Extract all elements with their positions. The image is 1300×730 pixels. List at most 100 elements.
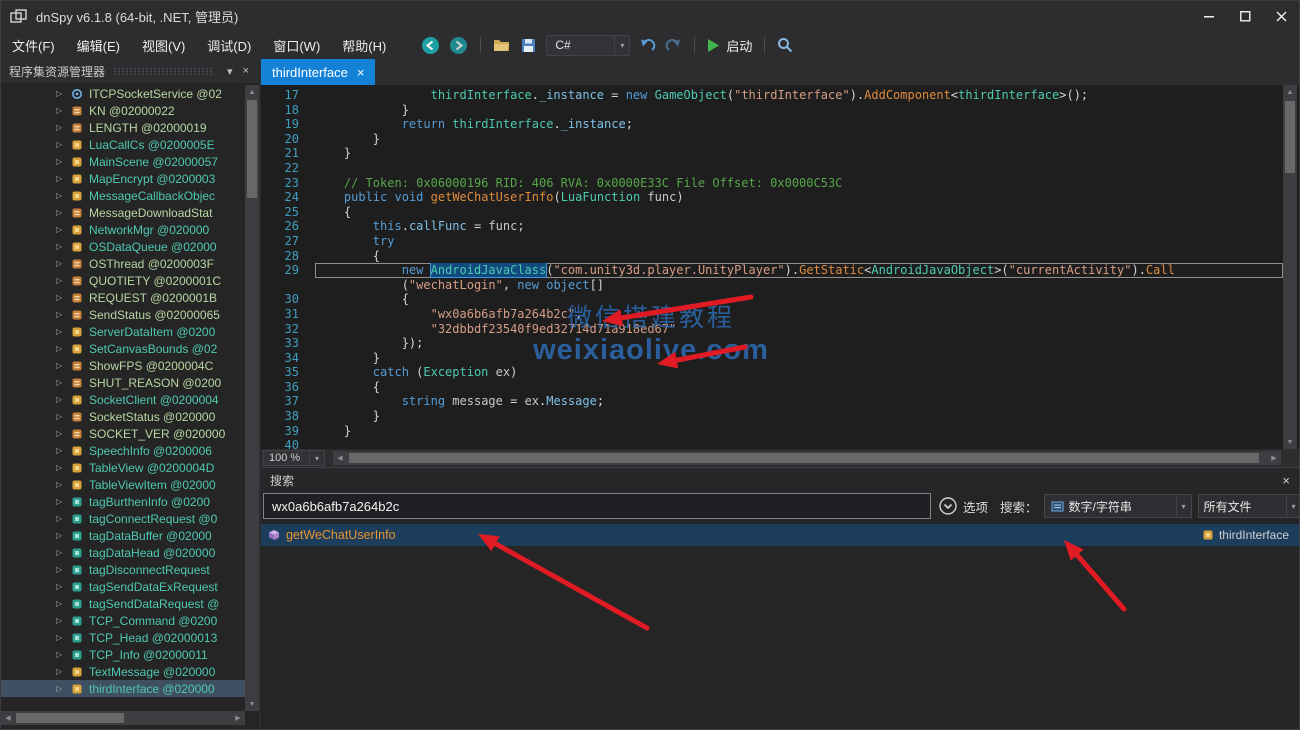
scroll-down-icon[interactable]: ▼ (245, 697, 259, 711)
panel-menu-icon[interactable]: ▾ (222, 65, 238, 78)
expander-icon[interactable]: ▷ (56, 327, 71, 336)
tree-item-TableView[interactable]: ▷TableView @0200004D (1, 459, 245, 476)
scroll-left-icon[interactable]: ◀ (333, 451, 347, 465)
tree-item-ShowFPS[interactable]: ▷ShowFPS @0200004C (1, 357, 245, 374)
open-file-button[interactable] (493, 38, 511, 53)
expander-icon[interactable]: ▷ (56, 650, 71, 659)
tree-item-TextMessage[interactable]: ▷TextMessage @020000 (1, 663, 245, 680)
expander-icon[interactable]: ▷ (56, 106, 71, 115)
expander-icon[interactable]: ▷ (56, 463, 71, 472)
expander-icon[interactable]: ▷ (56, 89, 71, 98)
search-panel-close-icon[interactable]: × (1282, 473, 1290, 488)
expander-icon[interactable]: ▷ (56, 140, 71, 149)
search-result-row[interactable]: getWeChatUserInfo thirdInterface (261, 524, 1299, 546)
editor-vertical-scrollbar[interactable]: ▲ ▼ (1283, 85, 1297, 449)
tree-item-SocketStatus[interactable]: ▷SocketStatus @020000 (1, 408, 245, 425)
expander-icon[interactable]: ▷ (56, 157, 71, 166)
expander-icon[interactable]: ▷ (56, 565, 71, 574)
expander-icon[interactable]: ▷ (56, 582, 71, 591)
tree-item-NetworkMgr[interactable]: ▷NetworkMgr @020000 (1, 221, 245, 238)
scroll-right-icon[interactable]: ▶ (1267, 451, 1281, 465)
expander-icon[interactable]: ▷ (56, 276, 71, 285)
menu-help[interactable]: 帮助(H) (331, 31, 397, 59)
expander-icon[interactable]: ▷ (56, 480, 71, 489)
tree-item-SOCKET_VER[interactable]: ▷SOCKET_VER @020000 (1, 425, 245, 442)
expander-icon[interactable]: ▷ (56, 497, 71, 506)
tab-thirdinterface[interactable]: thirdInterface × (261, 59, 375, 85)
scroll-left-icon[interactable]: ◀ (1, 711, 15, 725)
tree-item-LENGTH[interactable]: ▷LENGTH @02000019 (1, 119, 245, 136)
expander-icon[interactable]: ▷ (56, 123, 71, 132)
tree-item-ServerDataItem[interactable]: ▷ServerDataItem @0200 (1, 323, 245, 340)
tree-item-SendStatus[interactable]: ▷SendStatus @02000065 (1, 306, 245, 323)
scroll-up-icon[interactable]: ▲ (1283, 85, 1297, 99)
editor-vscroll-thumb[interactable] (1285, 101, 1295, 173)
menu-window[interactable]: 窗口(W) (262, 31, 331, 59)
expander-icon[interactable]: ▷ (56, 344, 71, 353)
redo-button[interactable] (665, 38, 682, 53)
zoom-combobox[interactable]: 100 % ▾ (263, 450, 325, 466)
options-label[interactable]: 选项 (963, 497, 988, 516)
tree-item-MessageDownloadStat[interactable]: ▷MessageDownloadStat (1, 204, 245, 221)
expander-icon[interactable]: ▷ (56, 684, 71, 693)
close-button[interactable] (1263, 1, 1299, 31)
expander-icon[interactable]: ▷ (56, 174, 71, 183)
tree-item-QUOTIETY[interactable]: ▷QUOTIETY @0200001C (1, 272, 245, 289)
language-combobox[interactable]: C# ▾ (546, 35, 630, 56)
expander-icon[interactable]: ▷ (56, 208, 71, 217)
tree-item-KN[interactable]: ▷KN @02000022 (1, 102, 245, 119)
code-editor[interactable]: 17 thirdInterface._instance = new GameOb… (261, 85, 1299, 449)
expander-icon[interactable]: ▷ (56, 548, 71, 557)
tree-item-tagConnectRequest[interactable]: ▷tagConnectRequest @0 (1, 510, 245, 527)
search-assemblies-icon[interactable] (777, 37, 793, 53)
maximize-button[interactable] (1227, 1, 1263, 31)
tree-item-tagDataHead[interactable]: ▷tagDataHead @020000 (1, 544, 245, 561)
tree-item-tagDataBuffer[interactable]: ▷tagDataBuffer @02000 (1, 527, 245, 544)
start-debug-button[interactable]: 启动 (707, 36, 752, 55)
menu-debug[interactable]: 调试(D) (196, 31, 262, 59)
navigate-forward-button[interactable] (449, 36, 468, 55)
editor-horizontal-scrollbar[interactable]: ◀ ▶ (333, 451, 1281, 465)
expander-icon[interactable]: ▷ (56, 361, 71, 370)
assembly-tree[interactable]: ▷ITCPSocketService @02▷KN @02000022▷LENG… (1, 85, 245, 711)
expander-icon[interactable]: ▷ (56, 446, 71, 455)
panel-drag-grip[interactable] (113, 67, 214, 76)
expander-icon[interactable]: ▷ (56, 514, 71, 523)
expander-icon[interactable]: ▷ (56, 429, 71, 438)
scroll-right-icon[interactable]: ▶ (231, 711, 245, 725)
navigate-back-button[interactable] (421, 36, 440, 55)
tree-item-SetCanvasBounds[interactable]: ▷SetCanvasBounds @02 (1, 340, 245, 357)
tree-item-MainScene[interactable]: ▷MainScene @02000057 (1, 153, 245, 170)
expander-icon[interactable]: ▷ (56, 242, 71, 251)
tree-item-TCP_Head[interactable]: ▷TCP_Head @02000013 (1, 629, 245, 646)
tree-item-MapEncrypt[interactable]: ▷MapEncrypt @0200003 (1, 170, 245, 187)
tree-item-tagSendDataExRequest[interactable]: ▷tagSendDataExRequest (1, 578, 245, 595)
search-type-combobox[interactable]: 数字/字符串 ▾ (1044, 494, 1192, 518)
tree-item-TCP_Info[interactable]: ▷TCP_Info @02000011 (1, 646, 245, 663)
options-chevron-icon[interactable] (939, 497, 957, 515)
tree-item-SHUT_REASON[interactable]: ▷SHUT_REASON @0200 (1, 374, 245, 391)
tree-item-OSThread[interactable]: ▷OSThread @0200003F (1, 255, 245, 272)
expander-icon[interactable]: ▷ (56, 191, 71, 200)
tree-item-TableViewItem[interactable]: ▷TableViewItem @02000 (1, 476, 245, 493)
tree-item-REQUEST[interactable]: ▷REQUEST @0200001B (1, 289, 245, 306)
search-input[interactable] (263, 493, 931, 519)
tree-item-MessageCallbackObjec[interactable]: ▷MessageCallbackObjec (1, 187, 245, 204)
tree-item-ITCPSocketService[interactable]: ▷ITCPSocketService @02 (1, 85, 245, 102)
expander-icon[interactable]: ▷ (56, 667, 71, 676)
expander-icon[interactable]: ▷ (56, 395, 71, 404)
expander-icon[interactable]: ▷ (56, 412, 71, 421)
expander-icon[interactable]: ▷ (56, 616, 71, 625)
expander-icon[interactable]: ▷ (56, 310, 71, 319)
undo-button[interactable] (639, 38, 656, 53)
tree-item-tagBurthenInfo[interactable]: ▷tagBurthenInfo @0200 (1, 493, 245, 510)
sidebar-hscroll-thumb[interactable] (16, 713, 124, 723)
expander-icon[interactable]: ▷ (56, 531, 71, 540)
sidebar-vscroll-thumb[interactable] (247, 100, 257, 198)
expander-icon[interactable]: ▷ (56, 293, 71, 302)
tree-item-thirdInterface[interactable]: ▷thirdInterface @020000 (1, 680, 245, 697)
save-all-button[interactable] (520, 38, 537, 53)
expander-icon[interactable]: ▷ (56, 633, 71, 642)
tree-item-SocketClient[interactable]: ▷SocketClient @0200004 (1, 391, 245, 408)
tree-item-tagSendDataRequest[interactable]: ▷tagSendDataRequest @ (1, 595, 245, 612)
